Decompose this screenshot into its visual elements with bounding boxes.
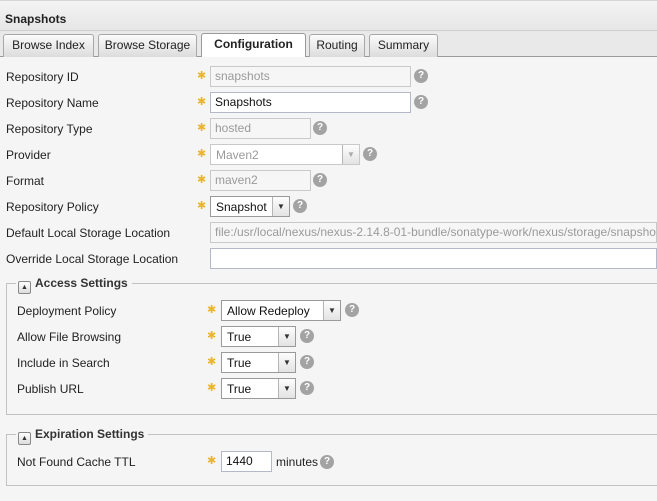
help-icon[interactable]: ? xyxy=(293,199,307,213)
deployment-policy-value: Allow Redeploy xyxy=(227,304,310,318)
required-star-icon: ✱ xyxy=(207,356,217,368)
help-icon[interactable]: ? xyxy=(414,95,428,109)
allow-file-browsing-label: Allow File Browsing xyxy=(17,330,122,344)
help-icon[interactable]: ? xyxy=(300,355,314,369)
chevron-down-icon[interactable]: ▼ xyxy=(278,327,295,346)
help-icon[interactable]: ? xyxy=(313,173,327,187)
chevron-down-icon[interactable]: ▼ xyxy=(323,301,340,320)
required-star-icon: ✱ xyxy=(197,174,207,186)
provider-value: Maven2 xyxy=(216,148,259,162)
default-storage-label: Default Local Storage Location xyxy=(6,226,171,240)
repository-type-field[interactable]: hosted xyxy=(210,118,311,139)
required-star-icon: ✱ xyxy=(197,96,207,108)
collapse-icon[interactable]: ▲ xyxy=(18,281,31,294)
include-in-search-select[interactable]: True ▼ xyxy=(221,352,296,373)
chevron-down-icon[interactable]: ▼ xyxy=(278,353,295,372)
repository-policy-label: Repository Policy xyxy=(6,200,99,214)
allow-file-browsing-select[interactable]: True ▼ xyxy=(221,326,296,347)
required-star-icon: ✱ xyxy=(207,304,217,316)
repository-type-label: Repository Type xyxy=(6,122,93,136)
help-icon[interactable]: ? xyxy=(313,121,327,135)
required-star-icon: ✱ xyxy=(207,455,217,467)
tab-browse-storage[interactable]: Browse Storage xyxy=(98,34,197,57)
not-found-cache-ttl-field[interactable]: 1440 xyxy=(221,451,272,472)
chevron-down-icon[interactable]: ▼ xyxy=(342,145,359,164)
provider-label: Provider xyxy=(6,148,51,162)
publish-url-label: Publish URL xyxy=(17,382,84,396)
access-settings-legend[interactable]: ▲ Access Settings xyxy=(16,275,132,294)
help-icon[interactable]: ? xyxy=(363,147,377,161)
configuration-form: Repository ID ✱ snapshots ? Repository N… xyxy=(0,57,657,501)
required-star-icon: ✱ xyxy=(197,148,207,160)
expiration-settings-title: Expiration Settings xyxy=(35,427,145,441)
default-storage-field[interactable]: file:/usr/local/nexus/nexus-2.14.8-01-bu… xyxy=(210,222,657,243)
help-icon[interactable]: ? xyxy=(300,329,314,343)
repository-policy-value: Snapshot xyxy=(216,200,267,214)
tab-routing[interactable]: Routing xyxy=(309,34,365,57)
panel-header: Snapshots xyxy=(0,0,657,31)
tab-summary[interactable]: Summary xyxy=(369,34,438,57)
tab-strip: Browse Index Browse Storage Configuratio… xyxy=(0,31,657,58)
help-icon[interactable]: ? xyxy=(414,69,428,83)
tab-browse-index[interactable]: Browse Index xyxy=(3,34,94,57)
collapse-icon[interactable]: ▲ xyxy=(18,432,31,445)
help-icon[interactable]: ? xyxy=(320,455,334,469)
repository-policy-select[interactable]: Snapshot ▼ xyxy=(210,196,290,217)
repository-id-field[interactable]: snapshots xyxy=(210,66,411,87)
required-star-icon: ✱ xyxy=(197,122,207,134)
required-star-icon: ✱ xyxy=(197,200,207,212)
repository-name-field[interactable]: Snapshots xyxy=(210,92,411,113)
help-icon[interactable]: ? xyxy=(300,381,314,395)
access-settings-title: Access Settings xyxy=(35,276,128,290)
format-field[interactable]: maven2 xyxy=(210,170,311,191)
required-star-icon: ✱ xyxy=(207,382,217,394)
publish-url-value: True xyxy=(227,382,252,396)
deployment-policy-label: Deployment Policy xyxy=(17,304,117,318)
repository-id-label: Repository ID xyxy=(6,70,79,84)
deployment-policy-select[interactable]: Allow Redeploy ▼ xyxy=(221,300,341,321)
allow-file-browsing-value: True xyxy=(227,330,252,344)
required-star-icon: ✱ xyxy=(197,70,207,82)
publish-url-select[interactable]: True ▼ xyxy=(221,378,296,399)
include-in-search-value: True xyxy=(227,356,252,370)
tab-configuration[interactable]: Configuration xyxy=(201,33,306,58)
override-storage-field[interactable] xyxy=(210,248,657,269)
repository-name-label: Repository Name xyxy=(6,96,99,110)
override-storage-label: Override Local Storage Location xyxy=(6,252,179,266)
not-found-cache-ttl-label: Not Found Cache TTL xyxy=(17,455,136,469)
chevron-down-icon[interactable]: ▼ xyxy=(278,379,295,398)
format-label: Format xyxy=(6,174,45,188)
expiration-settings-legend[interactable]: ▲ Expiration Settings xyxy=(16,426,149,445)
include-in-search-label: Include in Search xyxy=(17,356,110,370)
panel-title: Snapshots xyxy=(5,12,67,26)
help-icon[interactable]: ? xyxy=(345,303,359,317)
provider-select[interactable]: Maven2 ▼ xyxy=(210,144,360,165)
chevron-down-icon[interactable]: ▼ xyxy=(272,197,289,216)
ttl-unit-label: minutes xyxy=(276,455,319,469)
required-star-icon: ✱ xyxy=(207,330,217,342)
